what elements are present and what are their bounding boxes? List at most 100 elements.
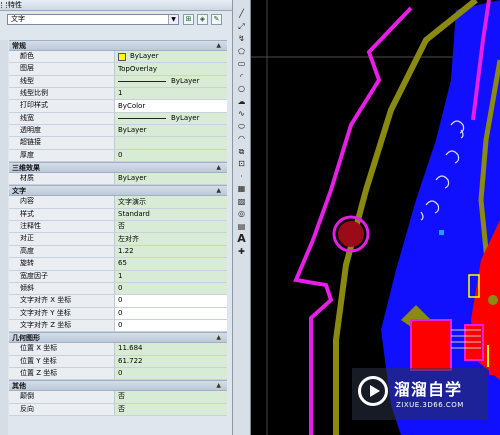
spline-icon[interactable]: ∿ (235, 108, 248, 119)
property-value[interactable]: 0 (115, 149, 227, 162)
ellipse-arc-icon[interactable]: ◠ (235, 133, 248, 144)
ellipse-icon[interactable]: ⬭ (235, 121, 248, 132)
property-row[interactable]: 注释性否 (9, 221, 227, 234)
property-value[interactable]: ByLayer (115, 173, 227, 185)
collapse-arrow-icon[interactable]: ▲ (216, 333, 221, 343)
property-row[interactable]: 颠倒否 (9, 391, 227, 404)
toggle-pickadd-icon[interactable]: ⊞ (183, 14, 194, 25)
property-row[interactable]: 对正 左对齐 (9, 233, 227, 246)
property-value[interactable]: ByLayer (115, 125, 227, 137)
property-value[interactable]: ByLayer (115, 51, 227, 63)
table-icon[interactable]: ▤ (235, 221, 248, 232)
property-row[interactable]: 位置 Z 坐标 0 (9, 367, 227, 381)
property-value[interactable]: 0 (115, 295, 227, 307)
property-value[interactable] (115, 137, 227, 149)
property-row[interactable]: 文字对齐 X 坐标 0 (9, 295, 227, 308)
property-value[interactable]: 0 (115, 319, 227, 332)
property-value-text: ByLayer (171, 76, 200, 85)
property-row[interactable]: 反向否 (9, 403, 227, 416)
property-value[interactable]: 左对齐 (115, 233, 227, 245)
property-value[interactable]: 65 (115, 258, 227, 270)
property-label: 超链接 (9, 137, 115, 149)
property-value[interactable]: 11.684 (115, 343, 227, 355)
property-value-text: 0 (118, 284, 123, 293)
object-type-select[interactable]: 文字 ▼ (7, 14, 179, 25)
property-row[interactable]: 材质 ByLayer (9, 173, 227, 186)
section-header[interactable]: 其他 ▲ (9, 380, 227, 392)
property-row[interactable]: 宽度因子 1 (9, 270, 227, 283)
property-value-text: 否 (118, 404, 125, 413)
property-row[interactable]: 超链接 (9, 137, 227, 150)
property-row[interactable]: 图层 TopOverlay (9, 63, 227, 76)
hatch-icon[interactable]: ▦ (235, 183, 248, 194)
circle-icon[interactable]: ○ (235, 83, 248, 94)
property-row[interactable]: 位置 Y 坐标 61.722 (9, 355, 227, 368)
property-row[interactable]: 文字对齐 Y 坐标 0 (9, 307, 227, 320)
arc-icon[interactable]: ◜ (235, 71, 248, 82)
collapse-arrow-icon[interactable]: ▲ (216, 381, 221, 391)
gradient-icon[interactable]: ▨ (235, 196, 248, 207)
color-swatch-icon (118, 52, 126, 61)
property-row[interactable]: 线型比例 1 (9, 88, 227, 101)
property-value[interactable]: 否 (115, 221, 227, 233)
property-value[interactable]: 1 (115, 88, 227, 100)
property-label: 旋转 (9, 258, 115, 270)
property-row[interactable]: 线宽 ByLayer (9, 112, 227, 126)
section-header[interactable]: 三维效果 ▲ (9, 162, 227, 174)
property-value[interactable]: 1 (115, 270, 227, 282)
polyline-icon[interactable]: ↯ (235, 33, 248, 44)
property-row[interactable]: 倾斜 0 (9, 282, 227, 296)
property-row[interactable]: 位置 X 坐标 11.684 (9, 343, 227, 356)
section-header[interactable]: 几何图形 ▲ (9, 332, 227, 344)
collapse-arrow-icon[interactable]: ▲ (216, 186, 221, 196)
property-value[interactable]: 否 (115, 403, 227, 415)
property-value[interactable]: 0 (115, 367, 227, 380)
make-block-icon[interactable]: ⊡ (235, 158, 248, 169)
property-value[interactable]: ByLayer (115, 112, 227, 125)
section-header[interactable]: 常规 ▲ (9, 40, 227, 51)
property-value-text: 0 (118, 369, 123, 378)
property-value[interactable]: 文字演示 (115, 196, 227, 208)
palette-title-bar[interactable]: 特性 (0, 0, 232, 11)
multiline-text-icon[interactable]: A (235, 233, 248, 244)
section-header[interactable]: 文字 ▲ (9, 185, 227, 197)
revision-cloud-icon[interactable]: ☁ (235, 96, 248, 107)
property-row[interactable]: 厚度 0 (9, 149, 227, 163)
property-value[interactable]: ByLayer (115, 75, 227, 88)
property-value[interactable]: Standard (115, 208, 227, 221)
property-row[interactable]: 内容 文字演示 (9, 196, 227, 209)
property-row[interactable]: 旋转 65 (9, 258, 227, 271)
watermark: 溜溜自学 ZIXUE.3D66.COM (352, 368, 488, 420)
polygon-icon[interactable]: ⬠ (235, 46, 248, 57)
property-row[interactable]: 透明度 ByLayer (9, 125, 227, 138)
collapse-arrow-icon[interactable]: ▲ (216, 41, 221, 51)
property-row[interactable]: 颜色 ByLayer (9, 51, 227, 64)
property-value[interactable]: 61.722 (115, 355, 227, 367)
chevron-down-icon[interactable]: ▼ (168, 15, 178, 24)
property-label: 位置 Z 坐标 (9, 367, 115, 380)
property-value[interactable]: 否 (115, 391, 227, 403)
property-row[interactable]: 文字对齐 Z 坐标 0 (9, 319, 227, 333)
property-row[interactable]: 高度 1.22 (9, 245, 227, 259)
property-value[interactable]: ByColor (115, 100, 227, 112)
quick-select-icon[interactable]: ✎ (211, 14, 222, 25)
insert-block-icon[interactable]: ⧉ (235, 146, 248, 157)
line-icon[interactable]: ╱ (235, 8, 248, 19)
property-grid: 常规 ▲ 颜色 ByLayer 图层 TopOverlay 线型 ByLayer 线型比例 1 打印… (9, 40, 227, 416)
property-value[interactable]: 0 (115, 282, 227, 295)
property-label: 内容 (9, 196, 115, 208)
property-value[interactable]: TopOverlay (115, 63, 227, 75)
select-objects-icon[interactable]: ◈ (197, 14, 208, 25)
collapse-arrow-icon[interactable]: ▲ (216, 163, 221, 173)
property-value[interactable]: 1.22 (115, 245, 227, 258)
property-value[interactable]: 0 (115, 307, 227, 319)
rectangle-icon[interactable]: ▭ (235, 58, 248, 69)
property-row[interactable]: 线型 ByLayer (9, 75, 227, 89)
construction-line-icon[interactable]: ⤢ (235, 21, 248, 32)
add-selected-icon[interactable]: ✚ (235, 246, 248, 257)
property-row[interactable]: 样式 Standard (9, 208, 227, 222)
region-icon[interactable]: ◎ (235, 208, 248, 219)
grip-icon[interactable] (1, 2, 7, 8)
property-row[interactable]: 打印样式 ByColor (9, 100, 227, 113)
point-icon[interactable]: · (235, 171, 248, 182)
